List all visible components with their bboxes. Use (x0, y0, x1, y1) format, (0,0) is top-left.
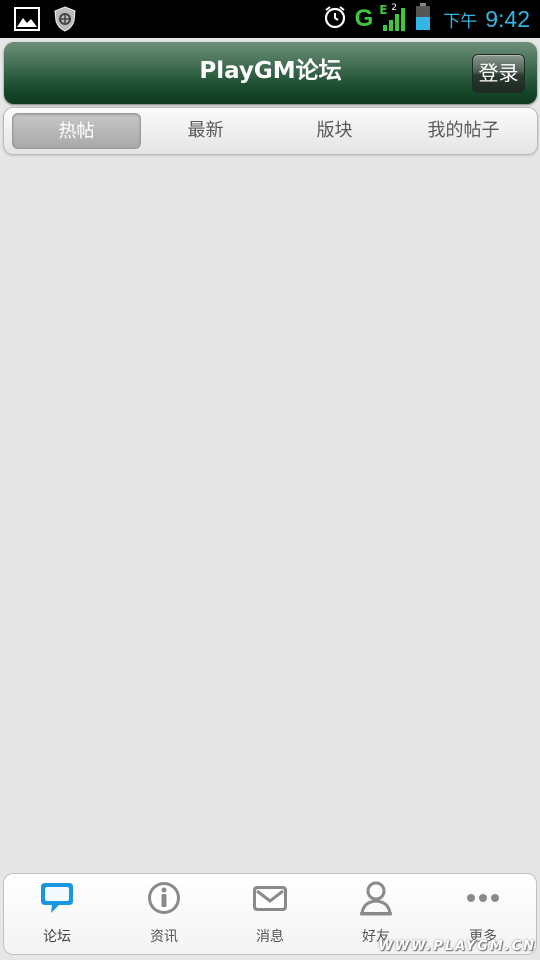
nav-item-news[interactable]: 资讯 (111, 874, 217, 954)
page-title: PlayGM论坛 (199, 58, 342, 84)
network-type-label: G (355, 5, 374, 33)
signal-icon: E 2 (379, 3, 407, 33)
nav-item-messages[interactable]: 消息 (217, 874, 323, 954)
tab-my-posts[interactable]: 我的帖子 (399, 113, 528, 149)
tab-hot-posts[interactable]: 热帖 (12, 113, 141, 149)
nav-item-forum[interactable]: 论坛 (4, 874, 110, 954)
mail-icon (252, 880, 288, 916)
time-period: 下午 (443, 11, 478, 32)
clock-time: 9:42 (485, 5, 530, 32)
content-area[interactable] (0, 160, 540, 870)
nav-label-messages: 消息 (256, 929, 284, 945)
alarm-icon (323, 5, 347, 33)
login-button[interactable]: 登录 (472, 54, 525, 93)
tab-boards[interactable]: 版块 (270, 113, 399, 149)
info-icon (146, 880, 182, 916)
shield-icon (54, 6, 76, 36)
tab-bar: 热帖 最新 版块 我的帖子 (3, 107, 538, 155)
tab-latest[interactable]: 最新 (141, 113, 270, 149)
nav-label-news: 资讯 (150, 929, 178, 945)
watermark: WWW.PLAYGM.CN (378, 939, 536, 954)
forum-bubble-icon (39, 880, 75, 916)
nav-label-forum: 论坛 (43, 929, 71, 945)
status-bar: G E 2 下午 9:42 (0, 0, 540, 38)
battery-icon (415, 3, 431, 35)
app-header: PlayGM论坛 登录 (4, 42, 537, 104)
picture-icon (14, 7, 40, 35)
more-dots-icon (465, 880, 501, 916)
person-icon (358, 880, 394, 916)
network-type-text: G (354, 5, 374, 32)
